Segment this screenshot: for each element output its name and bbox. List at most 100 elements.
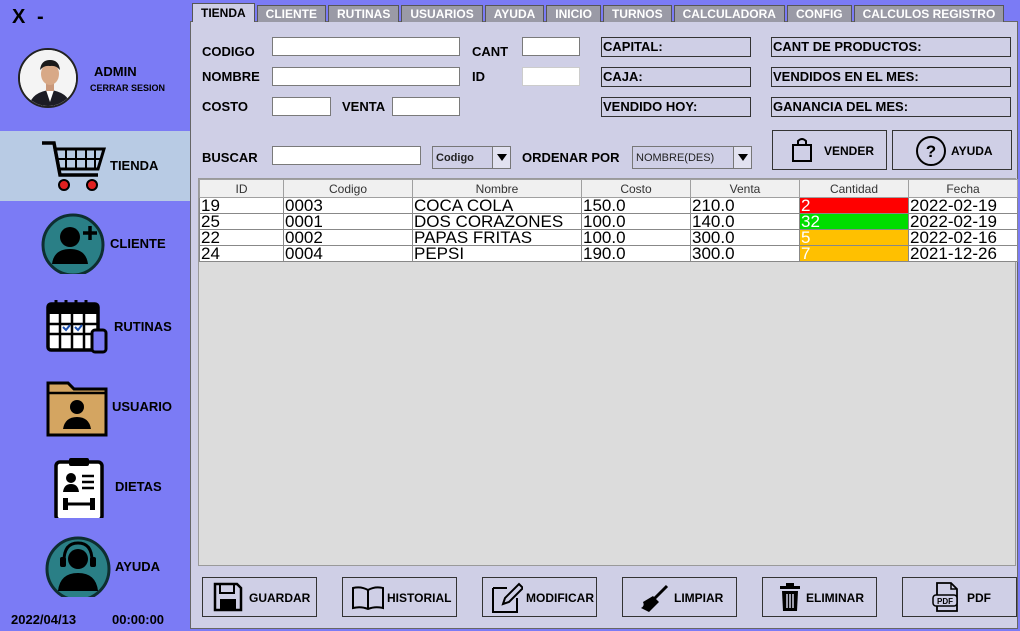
avatar: [18, 48, 78, 108]
table-row[interactable]: 19 0003 COCA COLA 150.0 210.0 2 2022-02-…: [199, 197, 1018, 214]
user-folder-icon: [46, 381, 108, 437]
search-field-select[interactable]: Codigo: [432, 146, 511, 169]
order-by-select[interactable]: NOMBRE(DES): [632, 146, 752, 169]
cant-input[interactable]: [522, 37, 580, 56]
cell-id[interactable]: 22: [199, 229, 284, 246]
historial-button[interactable]: HISTORIAL: [342, 577, 457, 617]
book-icon: [352, 586, 384, 610]
tab-inicio[interactable]: INICIO: [546, 5, 601, 22]
eliminar-button[interactable]: ELIMINAR: [762, 577, 877, 617]
codigo-input[interactable]: [272, 37, 460, 56]
nombre-input[interactable]: [272, 67, 460, 86]
tab-ayuda[interactable]: AYUDA: [484, 5, 545, 22]
question-mark-icon: ?: [916, 136, 946, 166]
cell-codigo[interactable]: 0001: [283, 213, 413, 230]
cell-costo[interactable]: 190.0: [581, 245, 691, 262]
table-row[interactable]: 22 0002 PAPAS FRITAS 100.0 300.0 5 2022-…: [199, 229, 1018, 246]
tab-rutinas[interactable]: RUTINAS: [328, 5, 400, 22]
column-header-costo[interactable]: Costo: [581, 179, 691, 198]
pdf-button[interactable]: PDF PDF: [902, 577, 1017, 617]
tab-calculadora[interactable]: CALCULADORA: [673, 5, 785, 22]
nav-label-dietas: DIETAS: [115, 479, 162, 494]
tab-turnos[interactable]: TURNOS: [602, 5, 672, 22]
buscar-label: BUSCAR: [202, 150, 258, 165]
table-row[interactable]: 25 0001 DOS CORAZONES 100.0 140.0 32 202…: [199, 213, 1018, 230]
cell-nombre[interactable]: DOS CORAZONES: [412, 213, 582, 230]
cant-productos-display: CANT DE PRODUCTOS:: [771, 37, 1011, 57]
nav-item-ayuda[interactable]: AYUDA: [0, 531, 190, 601]
admin-name: ADMIN: [94, 64, 137, 79]
cell-nombre[interactable]: COCA COLA: [412, 197, 582, 214]
column-header-cantidad[interactable]: Cantidad: [799, 179, 909, 198]
column-header-fecha[interactable]: Fecha: [908, 179, 1018, 198]
cell-costo[interactable]: 100.0: [581, 213, 691, 230]
vendido-hoy-display: VENDIDO HOY:: [601, 97, 751, 117]
help-button[interactable]: ? AYUDA: [892, 130, 1012, 170]
column-header-venta[interactable]: Venta: [690, 179, 800, 198]
cell-cantidad[interactable]: 2: [799, 197, 909, 214]
cell-nombre[interactable]: PEPSI: [412, 245, 582, 262]
cell-venta[interactable]: 210.0: [690, 197, 800, 214]
search-input[interactable]: [272, 146, 421, 165]
tab-tienda[interactable]: TIENDA: [192, 3, 255, 22]
cell-costo[interactable]: 100.0: [581, 229, 691, 246]
products-table: ID Codigo Nombre Costo Venta Cantidad Fe…: [198, 178, 1018, 566]
id-label: ID: [472, 69, 485, 84]
cell-cantidad[interactable]: 7: [799, 245, 909, 262]
limpiar-label: LIMPIAR: [674, 591, 724, 605]
tab-cliente[interactable]: CLIENTE: [256, 5, 327, 22]
column-header-nombre[interactable]: Nombre: [412, 179, 582, 198]
nav-item-dietas[interactable]: DIETAS: [0, 452, 190, 522]
costo-input[interactable]: [272, 97, 331, 116]
chevron-down-icon[interactable]: [492, 147, 510, 168]
cell-codigo[interactable]: 0004: [283, 245, 413, 262]
vender-button[interactable]: VENDER: [772, 130, 887, 170]
historial-label: HISTORIAL: [387, 591, 452, 605]
cell-fecha[interactable]: 2022-02-16: [908, 229, 1018, 246]
clipboard-dumbbell-icon: [54, 458, 104, 518]
pdf-file-icon: PDF: [932, 582, 958, 612]
cell-cantidad[interactable]: 5: [799, 229, 909, 246]
table-row[interactable]: 24 0004 PEPSI 190.0 300.0 7 2021-12-26: [199, 245, 1018, 262]
id-input[interactable]: [522, 67, 580, 86]
shopping-bag-icon: [792, 138, 812, 162]
svg-text:?: ?: [926, 142, 936, 161]
cell-codigo[interactable]: 0002: [283, 229, 413, 246]
capital-display: CAPITAL:: [601, 37, 751, 57]
nav-item-tienda[interactable]: TIENDA: [0, 131, 190, 201]
cell-fecha[interactable]: 2022-02-19: [908, 213, 1018, 230]
modificar-button[interactable]: MODIFICAR: [482, 577, 597, 617]
cell-codigo[interactable]: 0003: [283, 197, 413, 214]
close-button[interactable]: X: [12, 6, 25, 29]
tab-calculos-registro[interactable]: CALCULOS REGISTRO: [853, 5, 1005, 22]
tab-usuarios[interactable]: USUARIOS: [401, 5, 483, 22]
nav-item-cliente[interactable]: CLIENTE: [0, 208, 190, 278]
nav-item-rutinas[interactable]: RUTINAS: [0, 292, 190, 362]
cell-fecha[interactable]: 2021-12-26: [908, 245, 1018, 262]
cell-venta[interactable]: 300.0: [690, 229, 800, 246]
venta-input[interactable]: [392, 97, 460, 116]
cell-id[interactable]: 25: [199, 213, 284, 230]
chevron-down-icon[interactable]: [733, 147, 751, 168]
nav-label-usuario: USUARIO: [112, 399, 172, 414]
vendidos-mes-display: VENDIDOS EN EL MES:: [771, 67, 1011, 87]
codigo-label: CODIGO: [202, 44, 255, 59]
cell-fecha[interactable]: 2022-02-19: [908, 197, 1018, 214]
logout-link[interactable]: CERRAR SESION: [90, 83, 165, 93]
cell-id[interactable]: 19: [199, 197, 284, 214]
cell-cantidad[interactable]: 32: [799, 213, 909, 230]
minimize-button[interactable]: -: [37, 6, 44, 29]
limpiar-button[interactable]: LIMPIAR: [622, 577, 737, 617]
cell-nombre[interactable]: PAPAS FRITAS: [412, 229, 582, 246]
cell-venta[interactable]: 300.0: [690, 245, 800, 262]
pdf-label: PDF: [967, 591, 991, 605]
column-header-codigo[interactable]: Codigo: [283, 179, 413, 198]
nav-item-usuario[interactable]: USUARIO: [0, 373, 190, 443]
costo-label: COSTO: [202, 99, 248, 114]
tab-config[interactable]: CONFIG: [786, 5, 852, 22]
cell-venta[interactable]: 140.0: [690, 213, 800, 230]
column-header-id[interactable]: ID: [199, 179, 284, 198]
cell-id[interactable]: 24: [199, 245, 284, 262]
cell-costo[interactable]: 150.0: [581, 197, 691, 214]
guardar-button[interactable]: GUARDAR: [202, 577, 317, 617]
